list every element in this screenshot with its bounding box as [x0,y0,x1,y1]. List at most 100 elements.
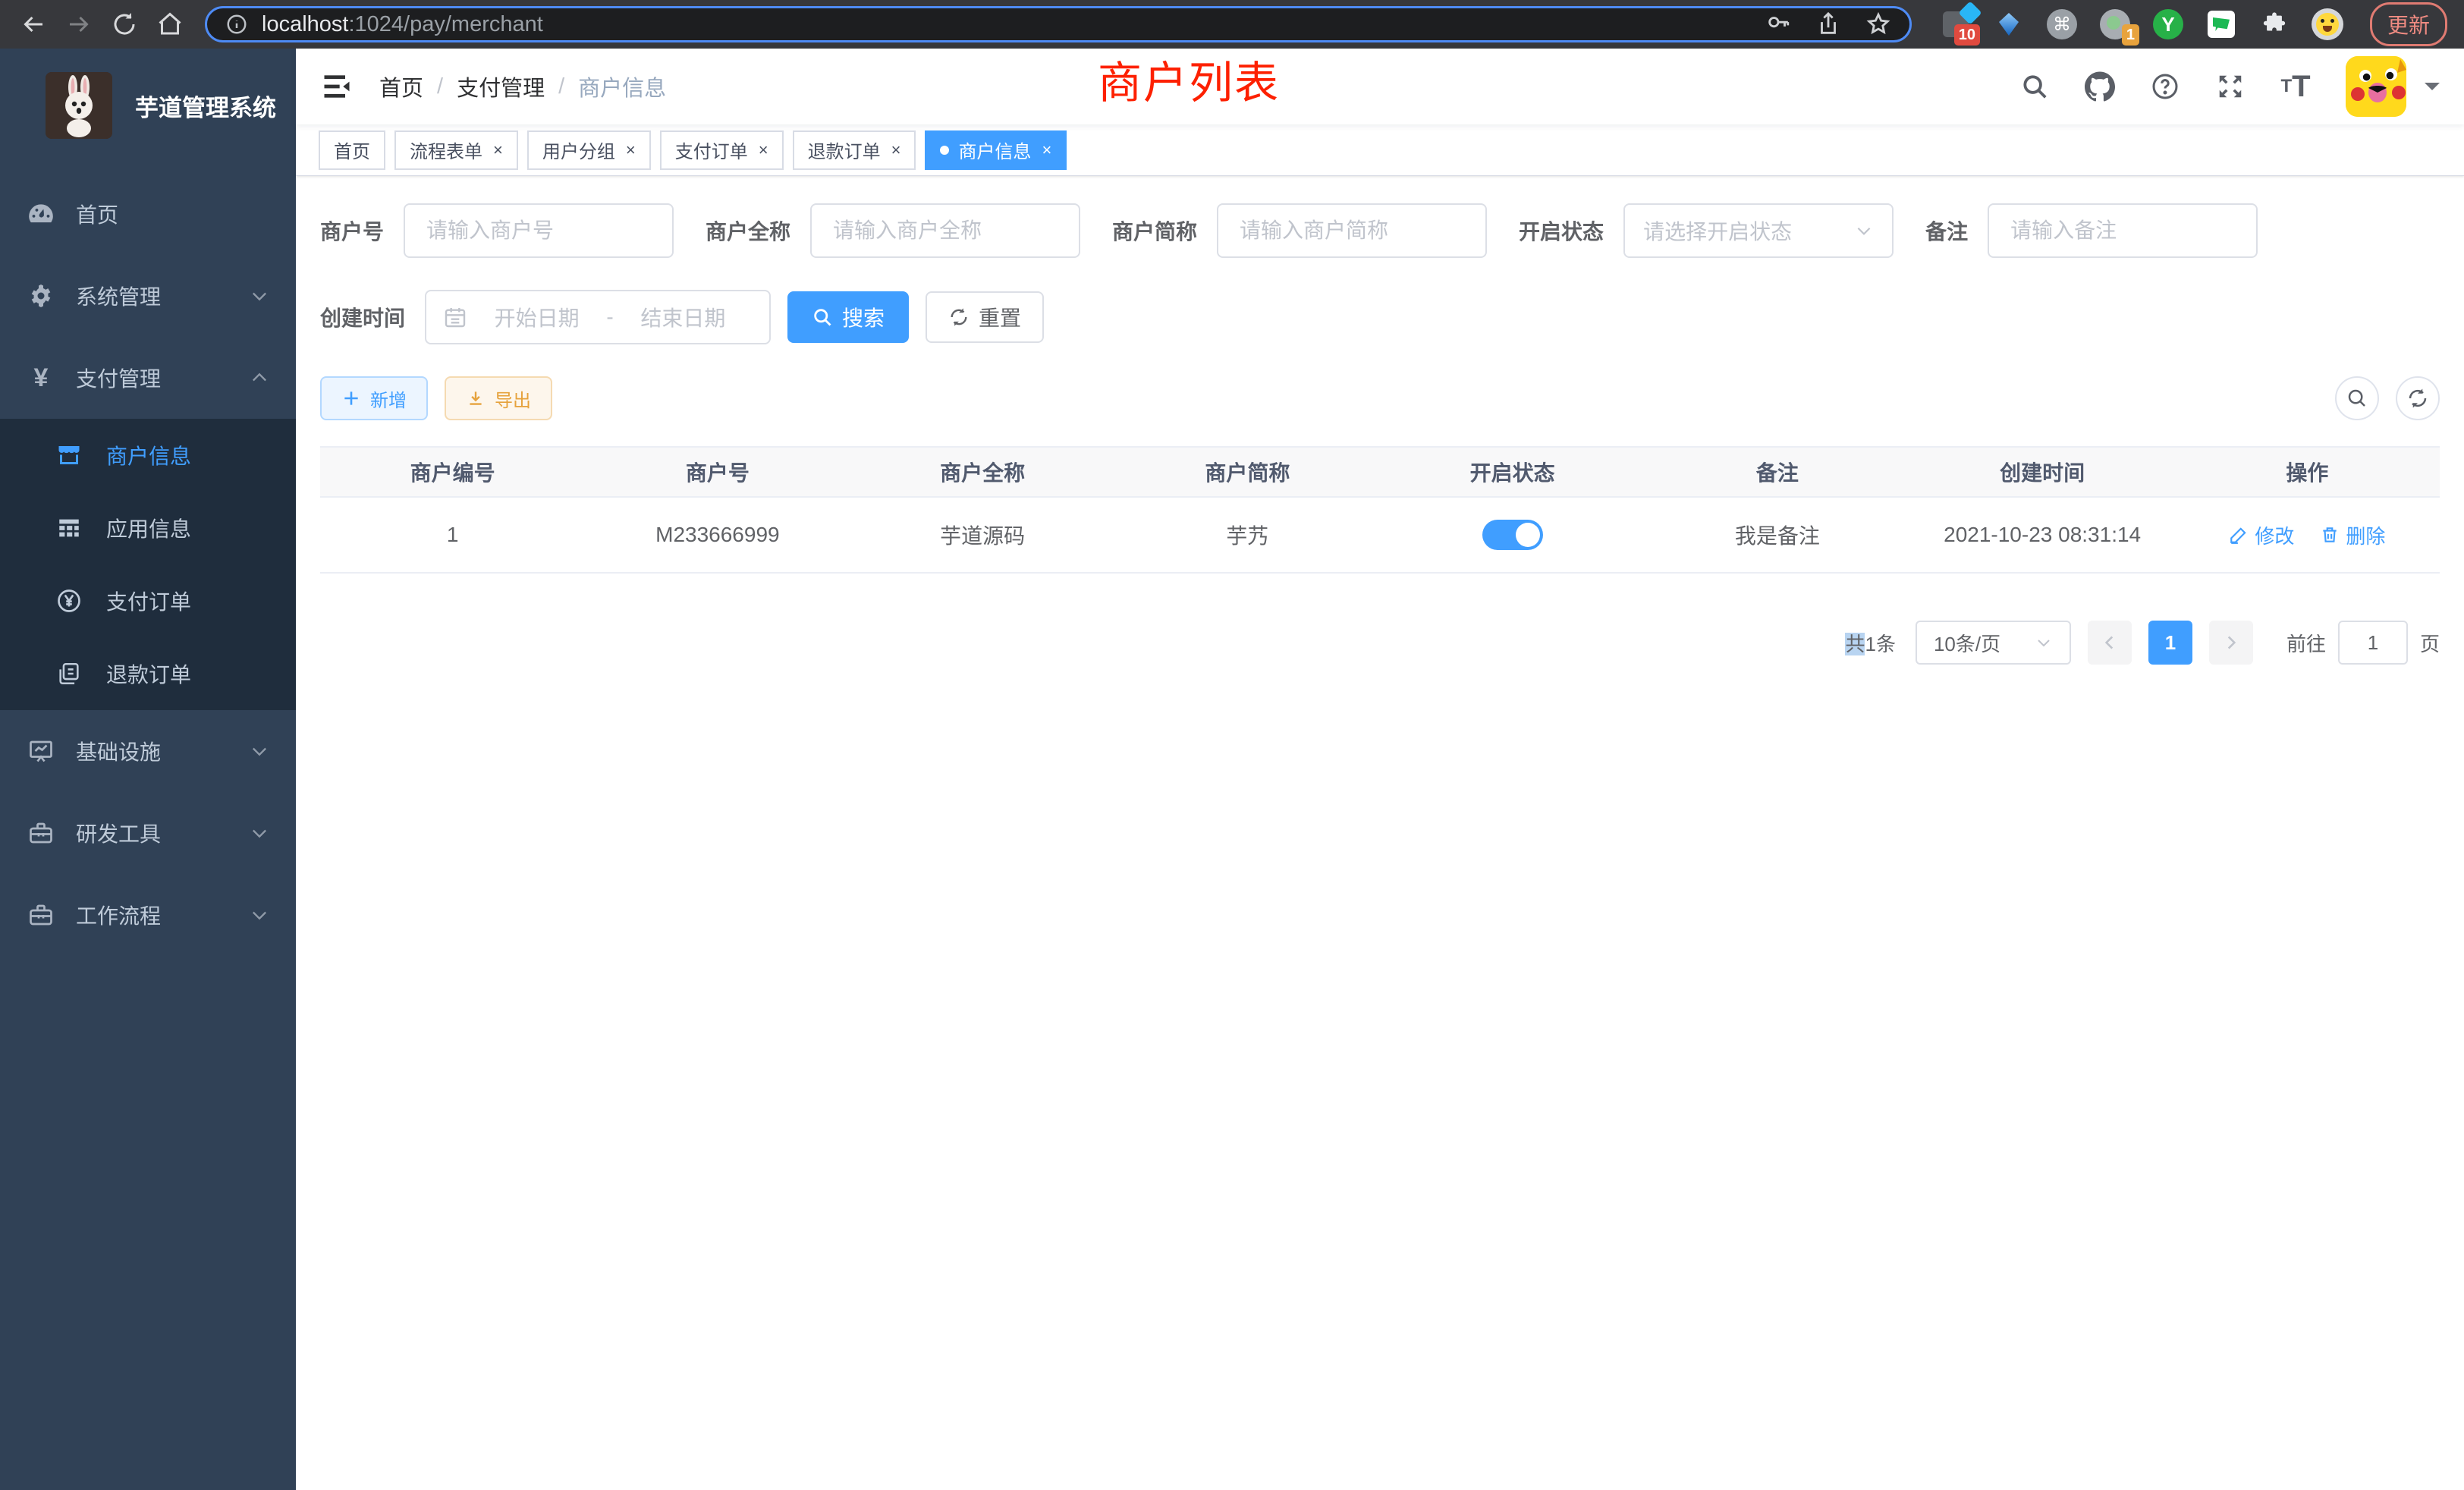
extension-chat-icon[interactable] [2205,8,2238,41]
tab-close-icon[interactable]: × [891,140,901,160]
extension-grid-diamond-icon[interactable]: 10 [1939,8,1972,41]
tab-home[interactable]: 首页 [319,130,385,170]
show-search-toggle-button[interactable] [2335,376,2379,420]
remark-input[interactable] [1988,203,2258,258]
browser-update-button[interactable]: 更新 [2370,2,2447,46]
tab-user-group[interactable]: 用户分组× [527,130,651,170]
bookmark-star-icon[interactable] [1865,11,1891,37]
sidebar-item-home[interactable]: 首页 [0,173,296,255]
next-page-button[interactable] [2209,621,2253,665]
extension-badge: 10 [1954,24,1980,46]
sidebar-menu: 首页 系统管理 ¥ 支付管理 商户信息 [0,162,296,956]
annotation-merchant-list: 商户列表 [1098,47,1280,111]
browser-forward-button[interactable] [59,5,99,44]
tab-process-form[interactable]: 流程表单× [394,130,518,170]
tab-merchant-info[interactable]: 商户信息× [925,130,1067,170]
filter-row-2: 创建时间 开始日期 - 结束日期 搜索 重置 [320,290,2440,344]
font-size-icon[interactable]: TT [2280,71,2311,102]
field-label: 备注 [1925,215,1968,246]
sidebar-item-dev-tools[interactable]: 研发工具 [0,792,296,874]
sidebar-item-payment[interactable]: ¥ 支付管理 [0,337,296,419]
share-icon[interactable] [1815,11,1841,37]
edit-link[interactable]: 修改 [2229,521,2294,549]
cell-create-time: 2021-10-23 08:31:14 [1910,523,2175,547]
table-row: 1 M233666999 芋道源码 芋艿 我是备注 2021-10-23 08:… [320,498,2440,574]
sidebar-collapse-icon[interactable] [320,70,354,103]
sidebar-item-app-info[interactable]: 应用信息 [0,492,296,564]
extension-command-icon[interactable]: ⌘ [2045,8,2079,41]
breadcrumb-home[interactable]: 首页 [379,71,423,102]
user-avatar[interactable] [2346,56,2406,117]
chevron-down-icon [249,904,270,926]
field-label: 商户号 [320,215,384,246]
merchant-name-input[interactable] [810,203,1080,258]
create-time-range-picker[interactable]: 开始日期 - 结束日期 [425,290,771,344]
tab-close-icon[interactable]: × [626,140,636,160]
password-key-icon[interactable] [1765,11,1791,37]
add-button[interactable]: 新增 [320,376,428,420]
search-icon[interactable] [2019,71,2050,102]
sidebar-item-infrastructure[interactable]: 基础设施 [0,710,296,792]
status-toggle[interactable] [1482,520,1543,550]
tab-close-icon[interactable]: × [493,140,503,160]
reset-button[interactable]: 重置 [926,291,1044,343]
page-info-icon[interactable] [225,13,248,36]
col-merchant-id: 商户编号 [320,457,585,487]
toolbox-icon [26,818,56,848]
tab-close-icon[interactable]: × [759,140,768,160]
tab-pay-order[interactable]: 支付订单× [660,130,784,170]
status-select[interactable]: 请选择开启状态 [1623,203,1894,258]
search-button[interactable]: 搜索 [787,291,909,343]
delete-link[interactable]: 删除 [2320,521,2385,549]
start-date-placeholder: 开始日期 [467,302,606,332]
sidebar-item-system[interactable]: 系统管理 [0,255,296,337]
extensions-tray: 10 ⌘ 1 Y [1939,8,2344,41]
breadcrumb-payment[interactable]: 支付管理 [457,71,545,102]
gear-icon [26,281,56,311]
field-merchant-short: 商户简称 [1112,203,1487,258]
app-logo-row[interactable]: 芋道管理系统 [0,49,296,162]
extensions-puzzle-icon[interactable] [2258,8,2291,41]
cell-merchant-no: M233666999 [585,523,850,547]
export-button[interactable]: 导出 [445,376,552,420]
fullscreen-icon[interactable] [2215,71,2246,102]
sidebar-item-pay-order[interactable]: 支付订单 [0,564,296,637]
browser-reload-button[interactable] [105,5,144,44]
cell-merchant-short: 芋艿 [1115,520,1380,550]
chevron-down-icon [249,822,270,844]
field-label: 商户全称 [706,215,790,246]
extension-balloon-icon[interactable] [1992,8,2026,41]
merchant-table: 商户编号 商户号 商户全称 商户简称 开启状态 备注 创建时间 操作 1 M23… [320,446,2440,574]
download-icon [466,388,486,408]
end-date-placeholder: 结束日期 [614,302,753,332]
merchant-no-input[interactable] [404,203,674,258]
sidebar-item-label: 支付管理 [76,363,161,393]
profile-avatar-icon[interactable] [2311,8,2344,41]
url-path: :1024/pay/merchant [348,12,542,37]
tab-close-icon[interactable]: × [1042,140,1051,160]
sidebar-item-workflow[interactable]: 工作流程 [0,874,296,956]
tab-refund-order[interactable]: 退款订单× [793,130,916,170]
github-icon[interactable] [2085,71,2115,102]
monitor-chart-icon [26,736,56,766]
goto-page-input[interactable] [2338,621,2408,665]
yen-icon: ¥ [26,363,56,393]
browser-back-button[interactable] [14,5,53,44]
page-size-select[interactable]: 10条/页 [1916,621,2071,665]
help-icon[interactable] [2150,71,2180,102]
extension-recorder-icon[interactable]: 1 [2098,8,2132,41]
sidebar-item-label: 研发工具 [76,818,161,848]
avatar-caret-icon[interactable] [2425,83,2440,98]
page-number-1[interactable]: 1 [2148,621,2192,665]
browser-home-button[interactable] [150,5,190,44]
refresh-table-button[interactable] [2396,376,2440,420]
extension-y-icon[interactable]: Y [2151,8,2185,41]
refresh-icon [2406,387,2429,410]
prev-page-button[interactable] [2088,621,2132,665]
sidebar-item-refund-order[interactable]: 退款订单 [0,637,296,710]
merchant-short-input[interactable] [1217,203,1487,258]
address-bar[interactable]: localhost:1024/pay/merchant [205,6,1912,42]
date-separator: - [606,305,613,329]
sidebar-item-merchant-info[interactable]: 商户信息 [0,419,296,492]
sidebar-item-label: 工作流程 [76,900,161,930]
